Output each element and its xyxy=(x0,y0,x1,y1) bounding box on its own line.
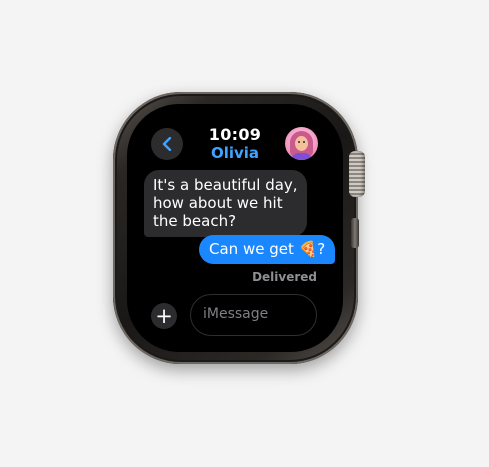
digital-crown[interactable] xyxy=(349,151,365,197)
incoming-message-bubble[interactable]: It's a beautiful day, how about we hit t… xyxy=(144,170,307,237)
outgoing-message-bubble[interactable]: Can we get 🍕? xyxy=(199,235,336,264)
side-button[interactable] xyxy=(351,218,359,248)
avatar[interactable] xyxy=(285,127,318,160)
plus-icon: + xyxy=(155,304,173,328)
watch-screen: 10:09 Olivia It's a beautiful day, how a… xyxy=(127,104,343,352)
delivered-status: Delivered xyxy=(252,270,317,284)
add-attachment-button[interactable]: + xyxy=(151,303,177,329)
imessage-input[interactable]: iMessage xyxy=(190,294,317,336)
imessage-placeholder: iMessage xyxy=(203,306,269,322)
